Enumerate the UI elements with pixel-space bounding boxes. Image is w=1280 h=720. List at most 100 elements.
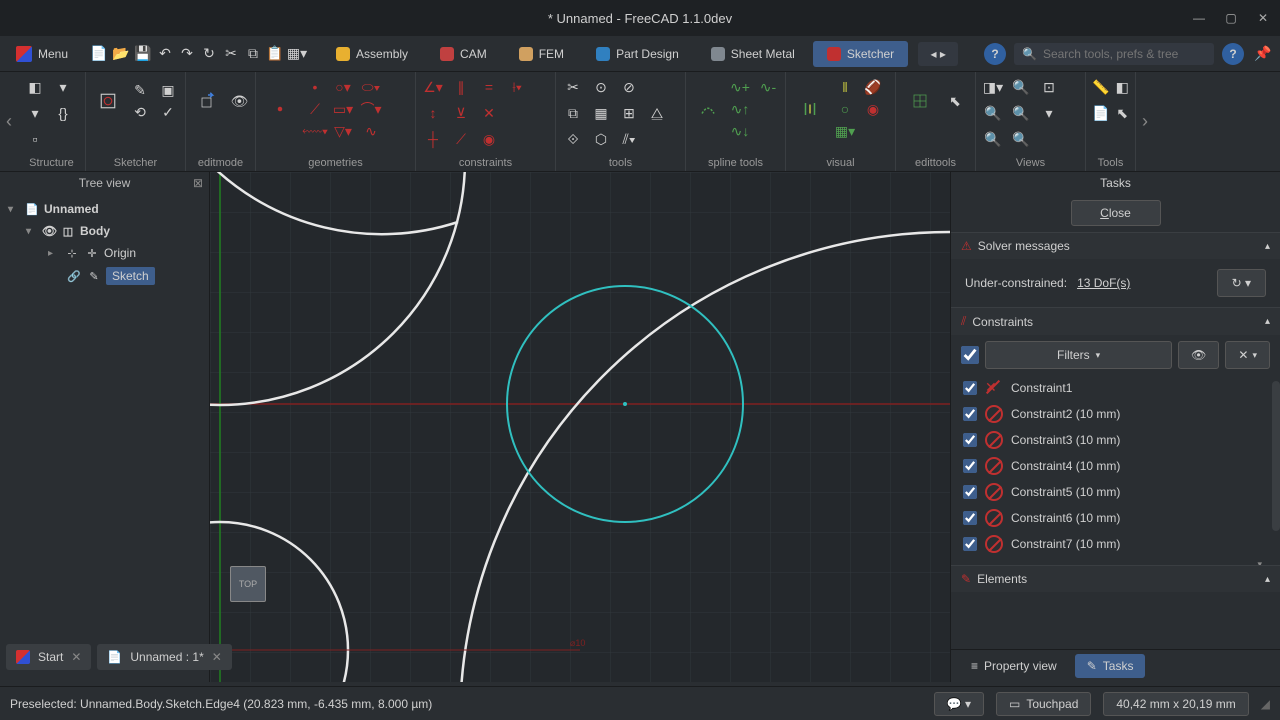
trim-icon[interactable]: ✂ xyxy=(562,76,584,98)
constraint-checkbox[interactable] xyxy=(963,381,977,395)
solver-dof[interactable]: 13 DoF(s) xyxy=(1077,276,1130,290)
constraint-checkbox[interactable] xyxy=(963,459,977,473)
equal-icon[interactable]: = xyxy=(478,76,500,98)
resize-grip-icon[interactable]: ◢ xyxy=(1261,697,1270,711)
part-icon[interactable]: ◧ xyxy=(24,76,46,98)
expand-icon[interactable]: ▾ xyxy=(961,557,1270,565)
degree-dn-icon[interactable]: ∿↓ xyxy=(729,120,751,142)
angle-icon[interactable]: ⟋ xyxy=(450,128,472,150)
elements-header[interactable]: ✎ Elements ▴ xyxy=(951,566,1280,592)
point-button[interactable] xyxy=(262,84,298,134)
tree-close-icon[interactable]: ⊠ xyxy=(193,176,203,190)
constraint-item[interactable]: Constraint3 (10 mm) xyxy=(961,427,1270,453)
pan-icon[interactable]: 🔍 xyxy=(1010,128,1032,150)
visibility-icon[interactable]: 👁 xyxy=(42,224,56,238)
external-icon[interactable]: ⧉ xyxy=(562,102,584,124)
cursor-icon[interactable]: ⬉ xyxy=(1115,102,1129,124)
property-view-tab[interactable]: ≡Property view xyxy=(959,654,1069,678)
polyline-icon[interactable]: ⟋ xyxy=(304,98,326,120)
offset-icon[interactable]: ⫽▾ xyxy=(618,128,640,150)
tasks-tab[interactable]: ✎Tasks xyxy=(1075,654,1146,678)
close-button[interactable]: Close xyxy=(1071,200,1161,226)
copy-icon[interactable]: ⧉ xyxy=(244,45,262,63)
degree-up-icon[interactable]: ∿↑ xyxy=(729,98,751,120)
navigation-cube[interactable]: TOP xyxy=(220,556,276,612)
close-tab-icon[interactable]: ✕ xyxy=(71,650,81,664)
diameter-icon[interactable]: ◉ xyxy=(478,128,500,150)
pin-icon[interactable]: 📌 xyxy=(1252,43,1274,65)
toggle-constraint-icon[interactable]: ‖ xyxy=(834,76,856,98)
knot-add-icon[interactable]: ∿+ xyxy=(729,76,751,98)
new-sketch-button[interactable] xyxy=(92,76,123,126)
tree-root[interactable]: ▾📄Unnamed xyxy=(4,198,205,220)
rect-array-icon[interactable]: ▦ xyxy=(590,102,612,124)
new-icon[interactable]: 📄 xyxy=(90,45,108,63)
fit-icon[interactable]: 🔍 xyxy=(1010,76,1032,98)
slot-icon[interactable]: ⬳▾ xyxy=(304,120,326,142)
ribbon-scroll-right[interactable]: › xyxy=(1136,72,1154,171)
tree-origin[interactable]: ▸⊹✛Origin xyxy=(4,242,205,264)
refresh-icon[interactable]: ↻ xyxy=(200,45,218,63)
measure-icon[interactable]: 📏 xyxy=(1092,76,1109,98)
appearance-icon[interactable]: ◧ xyxy=(1115,76,1129,98)
macro-icon[interactable]: 📄 xyxy=(1092,102,1109,124)
messages-button[interactable]: 💬 ▾ xyxy=(934,692,984,716)
coincident-icon[interactable]: ∠▾ xyxy=(422,76,444,98)
vertical-icon[interactable]: ⊻ xyxy=(450,102,472,124)
wb-overflow[interactable]: ◂ ▸ xyxy=(918,42,958,66)
constraint-item[interactable]: Constraint2 (10 mm) xyxy=(961,401,1270,427)
constraint-item[interactable]: Constraint1 xyxy=(961,375,1270,401)
settings-button[interactable]: ✕▾ xyxy=(1225,341,1270,369)
ellipse-icon[interactable]: ⬭▾ xyxy=(360,76,382,98)
map-sketch-icon[interactable]: ▣ xyxy=(157,79,179,101)
mirror-icon[interactable]: ⧋ xyxy=(646,102,668,124)
tree-body[interactable]: ▾👁◫Body xyxy=(4,220,205,242)
tab-sheet-metal[interactable]: Sheet Metal xyxy=(697,41,809,67)
maximize-icon[interactable]: ▢ xyxy=(1222,9,1240,27)
constraint-item[interactable]: Constraint4 (10 mm) xyxy=(961,453,1270,479)
extend-icon[interactable]: ⊙ xyxy=(590,76,612,98)
circle-icon[interactable]: ○▾ xyxy=(332,76,354,98)
horizontal-icon[interactable]: ↕ xyxy=(422,102,444,124)
dimension-icon[interactable]: 🏈 xyxy=(862,76,884,98)
solver-messages-header[interactable]: ⚠ Solver messages ▴ xyxy=(951,233,1280,259)
visibility-toggle-button[interactable]: 👁 xyxy=(1178,341,1219,369)
constraint-checkbox[interactable] xyxy=(963,407,977,421)
solver-refresh-button[interactable]: ↻ ▾ xyxy=(1217,269,1266,297)
group-icon[interactable]: ▾ xyxy=(52,76,74,98)
polygon-icon[interactable]: ▽▾ xyxy=(332,120,354,142)
nav-style-button[interactable]: ▭Touchpad xyxy=(996,692,1091,716)
help-button[interactable]: ? xyxy=(1222,43,1244,65)
varset-icon[interactable]: {} xyxy=(52,102,74,124)
fit-sel-icon[interactable]: ⊡ xyxy=(1038,76,1060,98)
whats-this-button[interactable]: ? xyxy=(984,43,1006,65)
split-icon[interactable]: ⊘ xyxy=(618,76,640,98)
constraint-item[interactable]: Constraint5 (10 mm) xyxy=(961,479,1270,505)
tab-cam[interactable]: CAM xyxy=(426,41,501,67)
search-box[interactable]: 🔍 xyxy=(1014,43,1214,65)
constraints-header[interactable]: ⫽ Constraints ▴ xyxy=(951,308,1280,335)
link-icon[interactable]: ▾ xyxy=(24,102,46,124)
constraint-checkbox[interactable] xyxy=(963,537,977,551)
construction-icon[interactable]: ○ xyxy=(834,98,856,120)
save-icon[interactable]: 💾 xyxy=(134,45,152,63)
spline-button[interactable] xyxy=(692,84,723,134)
rect-icon[interactable]: ▭▾ xyxy=(332,98,354,120)
line-icon[interactable]: • xyxy=(304,76,326,98)
chamfer-icon[interactable]: ⬡ xyxy=(590,128,612,150)
tab-part-design[interactable]: Part Design xyxy=(582,41,693,67)
grid-icon[interactable]: ▦▾ xyxy=(834,120,856,142)
draw-style-icon[interactable]: ▾ xyxy=(1038,102,1060,124)
arc-icon[interactable]: ⌒▾ xyxy=(360,98,382,120)
paste-icon[interactable]: 📋 xyxy=(266,45,284,63)
redo-icon[interactable]: ↷ xyxy=(178,45,196,63)
parallel-icon[interactable]: ∥ xyxy=(450,76,472,98)
filter-all-checkbox[interactable] xyxy=(961,346,979,364)
tab-assembly[interactable]: Assembly xyxy=(322,41,422,67)
select-icon[interactable]: ⬉ xyxy=(944,90,966,112)
start-tab[interactable]: Start✕ xyxy=(6,644,91,670)
bspline-icon[interactable]: ∿ xyxy=(360,120,382,142)
constraint-item[interactable]: Constraint7 (10 mm) xyxy=(961,531,1270,557)
datum-icon[interactable]: ▫ xyxy=(24,128,46,150)
navcube-top[interactable]: TOP xyxy=(230,566,266,602)
